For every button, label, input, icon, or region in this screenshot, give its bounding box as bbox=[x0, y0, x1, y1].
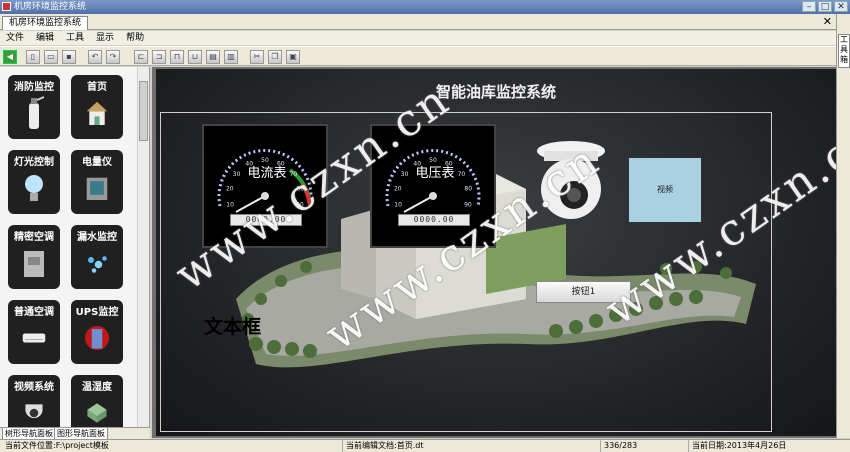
window-controls: – □ ✕ bbox=[802, 1, 848, 12]
nav-label: 消防监控 bbox=[14, 82, 54, 93]
graphic-nav-panel: 消防监控 首页 灯光控制 电量仪 精密空调 漏水监控 普通空调 UPS监控 视频… bbox=[0, 67, 150, 427]
close-window-button[interactable]: ✕ bbox=[834, 1, 848, 12]
stage-title: 智能油库监控系统 bbox=[435, 83, 556, 101]
nav-video-system[interactable]: 视频系统 bbox=[8, 375, 60, 427]
document-tab[interactable]: 机房环境监控系统 bbox=[2, 16, 89, 30]
water-leak-icon bbox=[85, 245, 109, 281]
precision-ac-icon bbox=[22, 245, 46, 281]
status-bar: 当前文件位置:F:\project模板 当前编辑文档:首页.dt 336/283… bbox=[0, 439, 850, 452]
nav-label: 精密空调 bbox=[14, 232, 54, 243]
voltmeter-readout: 0000.00 bbox=[398, 214, 470, 226]
nav-power-meter[interactable]: 电量仪 bbox=[71, 150, 123, 214]
video-camera-icon bbox=[22, 395, 46, 427]
voltmeter-dial: 0102030405060708090100 bbox=[385, 149, 481, 223]
video-panel[interactable]: 视频 bbox=[629, 158, 701, 222]
nav-precision-ac[interactable]: 精密空调 bbox=[8, 225, 60, 289]
close-document-icon[interactable]: ✕ bbox=[823, 15, 832, 28]
nav-label: UPS监控 bbox=[75, 307, 119, 318]
right-tool-strip: 工具箱 bbox=[836, 14, 850, 438]
button-1[interactable]: 按钮1 bbox=[536, 281, 631, 303]
menu-file[interactable]: 文件 bbox=[0, 31, 30, 45]
menu-edit[interactable]: 编辑 bbox=[30, 31, 60, 45]
app-icon bbox=[2, 2, 11, 11]
menu-help[interactable]: 帮助 bbox=[120, 31, 150, 45]
ammeter-gauge: 0102030405060708090100 电流表 0000.00 bbox=[202, 124, 328, 248]
nav-home[interactable]: 首页 bbox=[71, 75, 123, 139]
menu-view[interactable]: 显示 bbox=[90, 31, 120, 45]
cut-icon[interactable]: ✂ bbox=[250, 50, 264, 64]
nav-label: 漏水监控 bbox=[77, 232, 117, 243]
gauge-tick-label: 80 bbox=[296, 186, 304, 193]
nav-fire-monitoring[interactable]: 消防监控 bbox=[8, 75, 60, 139]
status-editing-doc: 当前编辑文档:首页.dt bbox=[342, 440, 423, 452]
gauge-tick-label: 90 bbox=[464, 202, 472, 209]
design-stage[interactable]: 智能油库监控系统 0102030405060708090100 电流表 0000… bbox=[156, 69, 836, 436]
toolbar: ◀ ▯ ▭ ▪ ↶ ↷ ⊏ ⊐ ⊓ ⊔ ▤ ▥ ✂ ❐ ▣ bbox=[0, 46, 836, 66]
menu-bar: 文件 编辑 工具 显示 帮助 bbox=[0, 31, 836, 45]
sidebar-scrollbar[interactable] bbox=[137, 67, 149, 427]
paste-icon[interactable]: ▣ bbox=[286, 50, 300, 64]
status-coords: 336/283 bbox=[600, 440, 637, 452]
menu-tools[interactable]: 工具 bbox=[60, 31, 90, 45]
ammeter-label: 电流表 bbox=[247, 166, 287, 181]
redo-icon[interactable]: ↷ bbox=[106, 50, 120, 64]
copy-icon[interactable]: ❐ bbox=[268, 50, 282, 64]
nav-temp-humidity[interactable]: 温湿度 bbox=[71, 375, 123, 427]
new-file-icon[interactable]: ▯ bbox=[26, 50, 40, 64]
status-date: 当前日期:2013年4月26日 bbox=[688, 440, 786, 452]
minimize-button[interactable]: – bbox=[802, 1, 816, 12]
window-title-bar: 机房环境监控系统 – □ ✕ bbox=[0, 0, 850, 14]
nav-regular-ac[interactable]: 普通空调 bbox=[8, 300, 60, 364]
nav-label: 视频系统 bbox=[14, 382, 54, 393]
back-arrow-icon[interactable]: ◀ bbox=[3, 50, 17, 64]
light-bulb-icon bbox=[22, 170, 46, 206]
nav-ups-monitoring[interactable]: UPS监控 bbox=[71, 300, 123, 364]
scrollbar-thumb[interactable] bbox=[139, 81, 148, 141]
voltmeter-label: 电压表 bbox=[415, 166, 455, 181]
ammeter-dial: 0102030405060708090100 bbox=[217, 149, 313, 223]
nav-label: 首页 bbox=[87, 82, 107, 93]
gauge-tick-label: 20 bbox=[394, 186, 402, 193]
align-bottom-icon[interactable]: ⊔ bbox=[188, 50, 202, 64]
voltmeter-gauge: 0102030405060708090100 电压表 0000.00 bbox=[370, 124, 496, 248]
gauge-tick-label: 10 bbox=[394, 202, 402, 209]
open-folder-icon[interactable]: ▭ bbox=[44, 50, 58, 64]
nav-label: 电量仪 bbox=[82, 157, 112, 168]
gauge-tick-label: 10 bbox=[226, 202, 234, 209]
power-meter-icon bbox=[85, 170, 109, 206]
same-height-icon[interactable]: ▥ bbox=[224, 50, 238, 64]
thermo-hygrometer-icon bbox=[85, 395, 109, 427]
toolbox-tab[interactable]: 工具箱 bbox=[838, 34, 850, 68]
ups-icon bbox=[85, 320, 109, 356]
gauge-tick-label: 20 bbox=[226, 186, 234, 193]
gauge-tick-label: 90 bbox=[296, 202, 304, 209]
ammeter-readout: 0000.00 bbox=[230, 214, 302, 226]
gauge-tick-label: 80 bbox=[464, 186, 472, 193]
same-width-icon[interactable]: ▤ bbox=[206, 50, 220, 64]
nav-water-leak[interactable]: 漏水监控 bbox=[71, 225, 123, 289]
save-icon[interactable]: ▪ bbox=[62, 50, 76, 64]
ptz-camera-icon bbox=[537, 141, 605, 219]
nav-lighting-control[interactable]: 灯光控制 bbox=[8, 150, 60, 214]
align-left-icon[interactable]: ⊏ bbox=[134, 50, 148, 64]
fire-extinguisher-icon bbox=[22, 95, 46, 131]
nav-label: 灯光控制 bbox=[14, 157, 54, 168]
maximize-button[interactable]: □ bbox=[818, 1, 832, 12]
window-title: 机房环境监控系统 bbox=[14, 2, 87, 12]
align-right-icon[interactable]: ⊐ bbox=[152, 50, 166, 64]
align-top-icon[interactable]: ⊓ bbox=[170, 50, 184, 64]
nav-label: 普通空调 bbox=[14, 307, 54, 318]
status-file-path: 当前文件位置:F:\project模板 bbox=[5, 441, 109, 450]
document-tab-bar: 机房环境监控系统 ✕ bbox=[0, 14, 836, 30]
air-conditioner-icon bbox=[22, 320, 46, 356]
undo-icon[interactable]: ↶ bbox=[88, 50, 102, 64]
house-icon bbox=[85, 95, 109, 131]
nav-label: 温湿度 bbox=[82, 382, 112, 393]
sidebar-tab-bar: 树形导航面板 图形导航面板 bbox=[0, 427, 150, 440]
text-box-widget[interactable]: 文本框 bbox=[204, 312, 261, 339]
